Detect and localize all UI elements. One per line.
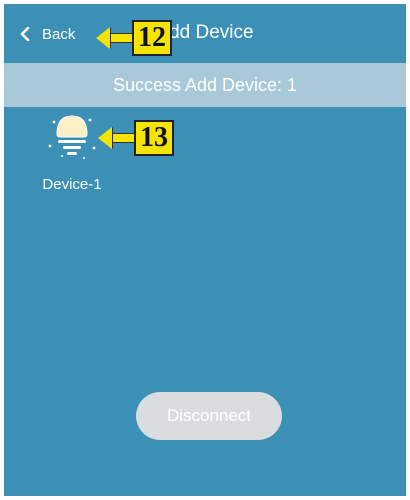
annotation-callout-13: 13	[98, 120, 174, 156]
annotation-callout-12: 12	[96, 20, 172, 56]
callout-arrow-icon	[96, 27, 110, 49]
page-title: Add Device	[156, 22, 254, 43]
callout-shaft	[110, 33, 132, 43]
callout-number: 12	[132, 20, 172, 56]
disconnect-button[interactable]: Disconnect	[136, 392, 282, 440]
callout-number: 13	[134, 120, 174, 156]
callout-shaft	[112, 133, 134, 143]
top-bar: Back Add Device	[4, 4, 406, 60]
device-label: Device-1	[42, 176, 102, 193]
app-screen: Back Add Device Success Add Device: 1 De…	[4, 4, 406, 496]
success-banner: Success Add Device: 1	[4, 63, 406, 107]
callout-arrow-icon	[98, 127, 112, 149]
bulb-icon	[48, 115, 96, 159]
